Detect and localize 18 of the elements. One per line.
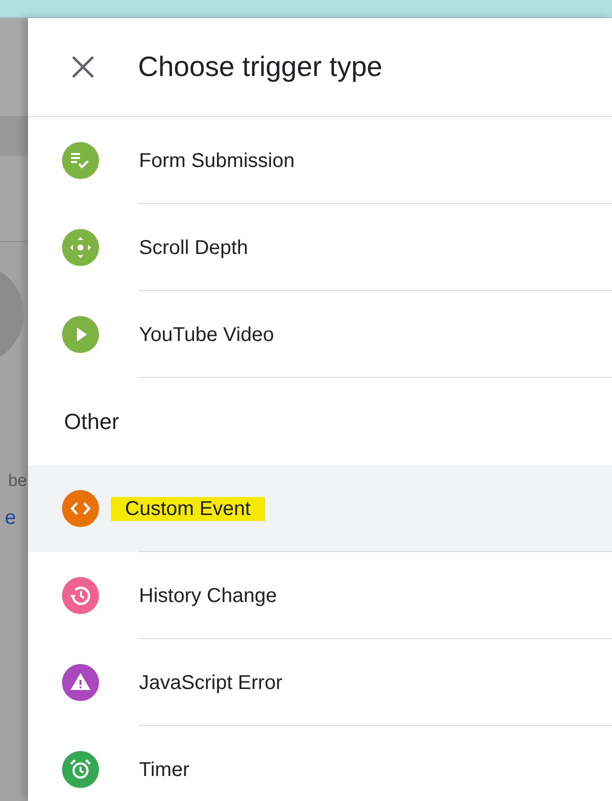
- close-icon: [71, 55, 95, 79]
- trigger-type-item[interactable]: History Change: [28, 552, 612, 639]
- item-label: YouTube Video: [139, 322, 274, 346]
- item-label: Scroll Depth: [139, 236, 248, 260]
- trigger-type-item[interactable]: Scroll Depth: [28, 204, 612, 291]
- trigger-type-item[interactable]: Custom Event: [28, 465, 612, 552]
- item-label: JavaScript Error: [139, 670, 282, 694]
- trigger-type-item[interactable]: JavaScript Error: [28, 639, 612, 726]
- item-label: Custom Event: [111, 496, 265, 520]
- trigger-type-item[interactable]: YouTube Video: [28, 291, 612, 378]
- background-text: be: [8, 470, 27, 492]
- item-label: Timer: [139, 758, 190, 782]
- item-label: History Change: [139, 584, 277, 608]
- trigger-type-item[interactable]: Timer: [28, 726, 612, 801]
- trigger-type-item[interactable]: Form Submission: [28, 117, 612, 204]
- panel-title: Choose trigger type: [138, 50, 382, 84]
- item-label: Form Submission: [139, 148, 295, 172]
- section-heading: Other: [64, 408, 120, 436]
